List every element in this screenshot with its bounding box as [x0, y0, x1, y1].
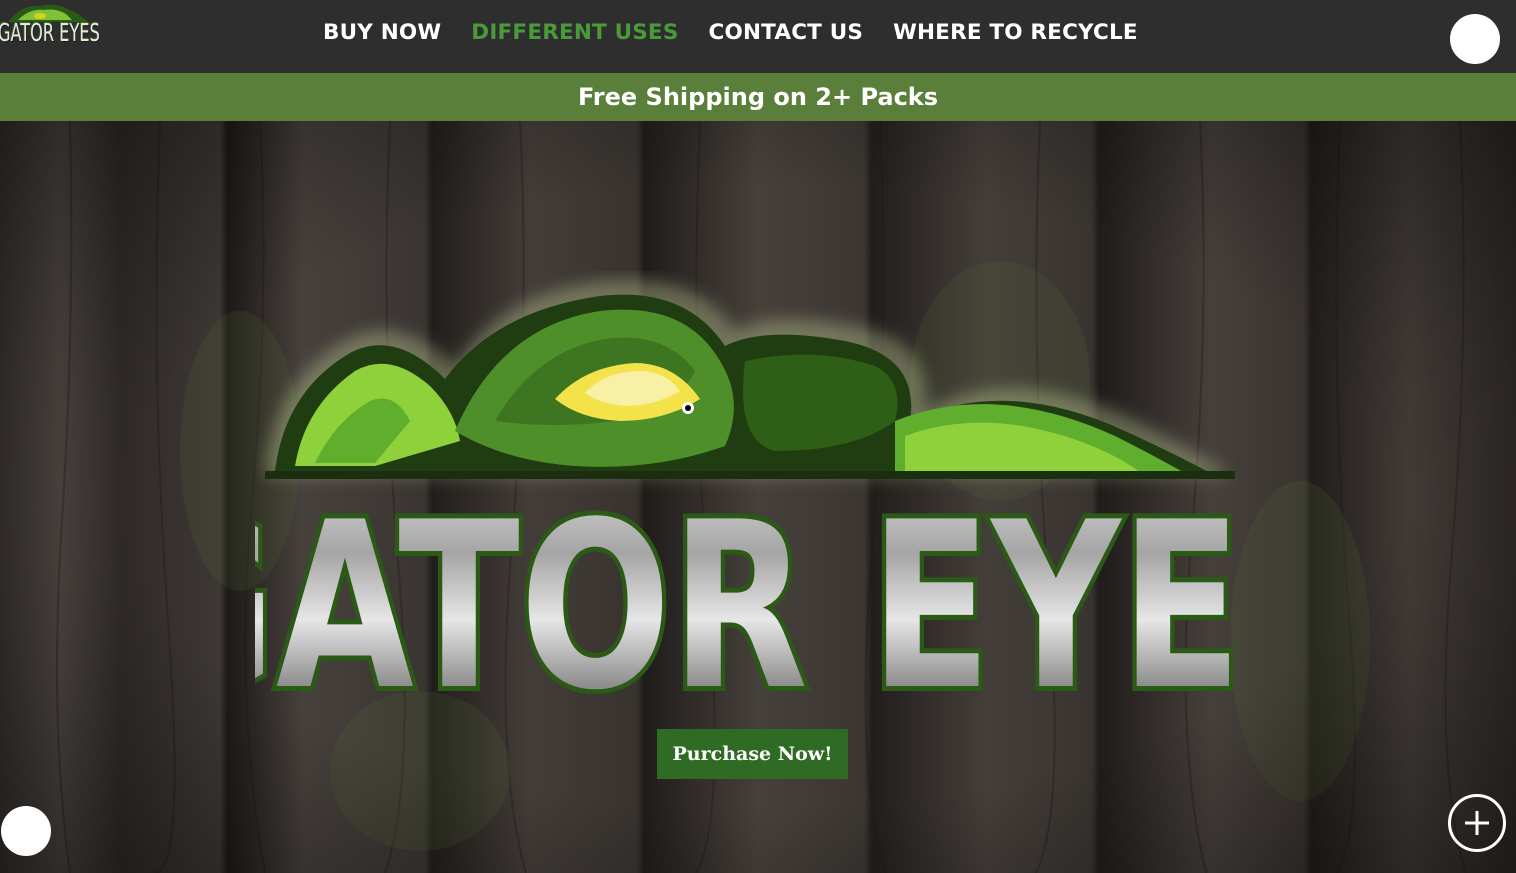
chat-bubble-icon[interactable] [1, 806, 51, 856]
main-nav: BUY NOW DIFFERENT USES CONTACT US WHERE … [323, 19, 1138, 49]
brand-text: GATOR EYES [0, 18, 100, 47]
purchase-now-button[interactable]: Purchase Now! [657, 729, 848, 779]
promo-text: Free Shipping on 2+ Packs [577, 83, 939, 111]
brand-logo[interactable]: GATOR EYES [0, 0, 105, 70]
nav-contact-us[interactable]: CONTACT US [709, 19, 864, 49]
plus-icon [1465, 811, 1489, 835]
site-header: GATOR EYES BUY NOW DIFFERENT USES CONTAC… [0, 0, 1516, 73]
nav-buy-now[interactable]: BUY NOW [323, 19, 441, 49]
nav-where-to-recycle[interactable]: WHERE TO RECYCLE [893, 19, 1138, 49]
hero-logo-text: GATOR EYES [255, 473, 1245, 711]
nav-different-uses[interactable]: DIFFERENT USES [471, 19, 678, 49]
gator-eyes-logo: GATOR EYES [255, 279, 1245, 711]
hero-section: GATOR EYES Purchase Now! [0, 121, 1516, 873]
expand-button[interactable] [1448, 794, 1506, 852]
account-circle-icon[interactable] [1450, 14, 1500, 64]
promo-banner: Free Shipping on 2+ Packs [0, 73, 1516, 121]
